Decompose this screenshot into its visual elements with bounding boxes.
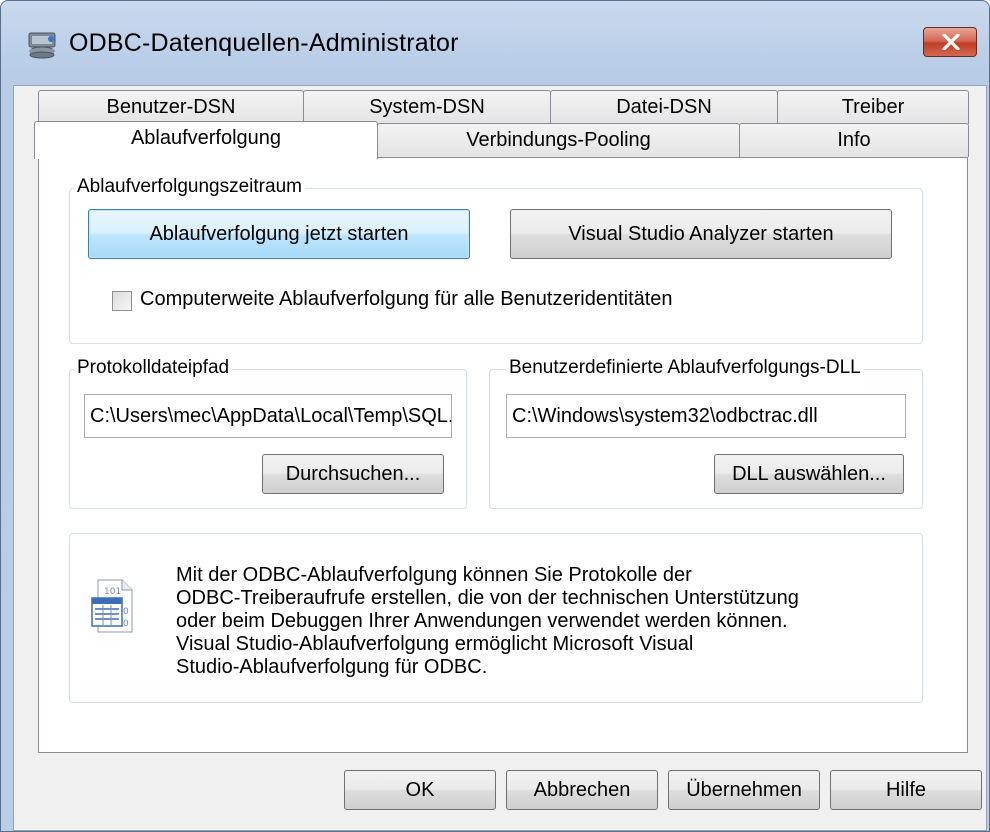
tab-datei-dsn[interactable]: Datei-DSN	[550, 90, 778, 124]
info-line-5: Studio-Ablaufverfolgung für ODBC.	[176, 656, 488, 678]
tracing-group: Ablaufverfolgungszeitraum Ablaufverfolgu…	[69, 176, 923, 344]
logfile-group: Protokolldateipfad C:\Users\mec\AppData\…	[69, 357, 467, 509]
custom-dll-group-label: Benutzerdefinierte Ablaufverfolgungs-DLL	[506, 357, 864, 379]
ok-button[interactable]: OK	[344, 770, 496, 810]
logfile-group-label: Protokolldateipfad	[74, 357, 233, 379]
dialog-window: ODBC-Datenquellen-Administrator Benutzer…	[0, 0, 990, 832]
info-line-1: Mit der ODBC-Ablaufverfolgung können Sie…	[176, 564, 692, 586]
info-line-3: oder beim Debuggen Ihrer Anwendungen ver…	[176, 610, 788, 632]
custom-dll-path-input[interactable]: C:\Windows\system32\odbctrac.dll	[506, 394, 906, 438]
tab-treiber[interactable]: Treiber	[777, 90, 969, 124]
tracing-group-label: Ablaufverfolgungszeitraum	[74, 176, 305, 198]
cancel-button[interactable]: Abbrechen	[506, 770, 658, 810]
vs-analyzer-button[interactable]: Visual Studio Analyzer starten	[510, 209, 892, 259]
dialog-client-area: Benutzer-DSN System-DSN Datei-DSN Treibe…	[13, 85, 987, 831]
info-line-4: Visual Studio-Ablaufverfolgung ermöglich…	[176, 633, 694, 655]
tab-system-dsn[interactable]: System-DSN	[303, 90, 551, 124]
svg-text:101: 101	[104, 587, 121, 597]
close-button[interactable]	[923, 27, 977, 57]
close-icon	[942, 34, 960, 50]
custom-dll-group: Benutzerdefinierte Ablaufverfolgungs-DLL…	[489, 357, 923, 509]
trace-log-icon: 101 0 0	[90, 578, 136, 639]
start-tracing-button[interactable]: Ablaufverfolgung jetzt starten	[88, 209, 470, 259]
tab-ablaufverfolgung[interactable]: Ablaufverfolgung	[34, 121, 378, 159]
svg-text:0: 0	[123, 619, 129, 629]
svg-text:0: 0	[123, 607, 129, 617]
logfile-path-input[interactable]: C:\Users\mec\AppData\Local\Temp\SQL.LOG	[84, 394, 452, 438]
machine-wide-tracing-label: Computerweite Ablaufverfolgung für alle …	[140, 288, 673, 310]
help-button[interactable]: Hilfe	[830, 770, 982, 810]
tab-panel-ablaufverfolgung: Ablaufverfolgungszeitraum Ablaufverfolgu…	[38, 157, 968, 753]
window-title: ODBC-Datenquellen-Administrator	[69, 29, 459, 57]
tab-info[interactable]: Info	[739, 123, 969, 157]
select-dll-button[interactable]: DLL auswählen...	[714, 454, 904, 494]
title-bar[interactable]: ODBC-Datenquellen-Administrator	[1, 1, 989, 85]
machine-wide-tracing-checkbox[interactable]	[112, 291, 132, 311]
apply-button[interactable]: Übernehmen	[668, 770, 820, 810]
info-line-2: ODBC-Treiberaufrufe erstellen, die von d…	[176, 587, 799, 609]
info-box: 101 0 0 Mit der ODBC-Ablaufverfolgung kö…	[69, 533, 923, 703]
odbc-admin-icon	[25, 29, 59, 59]
tab-verbindungs-pooling[interactable]: Verbindungs-Pooling	[377, 123, 740, 157]
tab-benutzer-dsn[interactable]: Benutzer-DSN	[38, 90, 304, 124]
browse-button[interactable]: Durchsuchen...	[262, 454, 444, 494]
